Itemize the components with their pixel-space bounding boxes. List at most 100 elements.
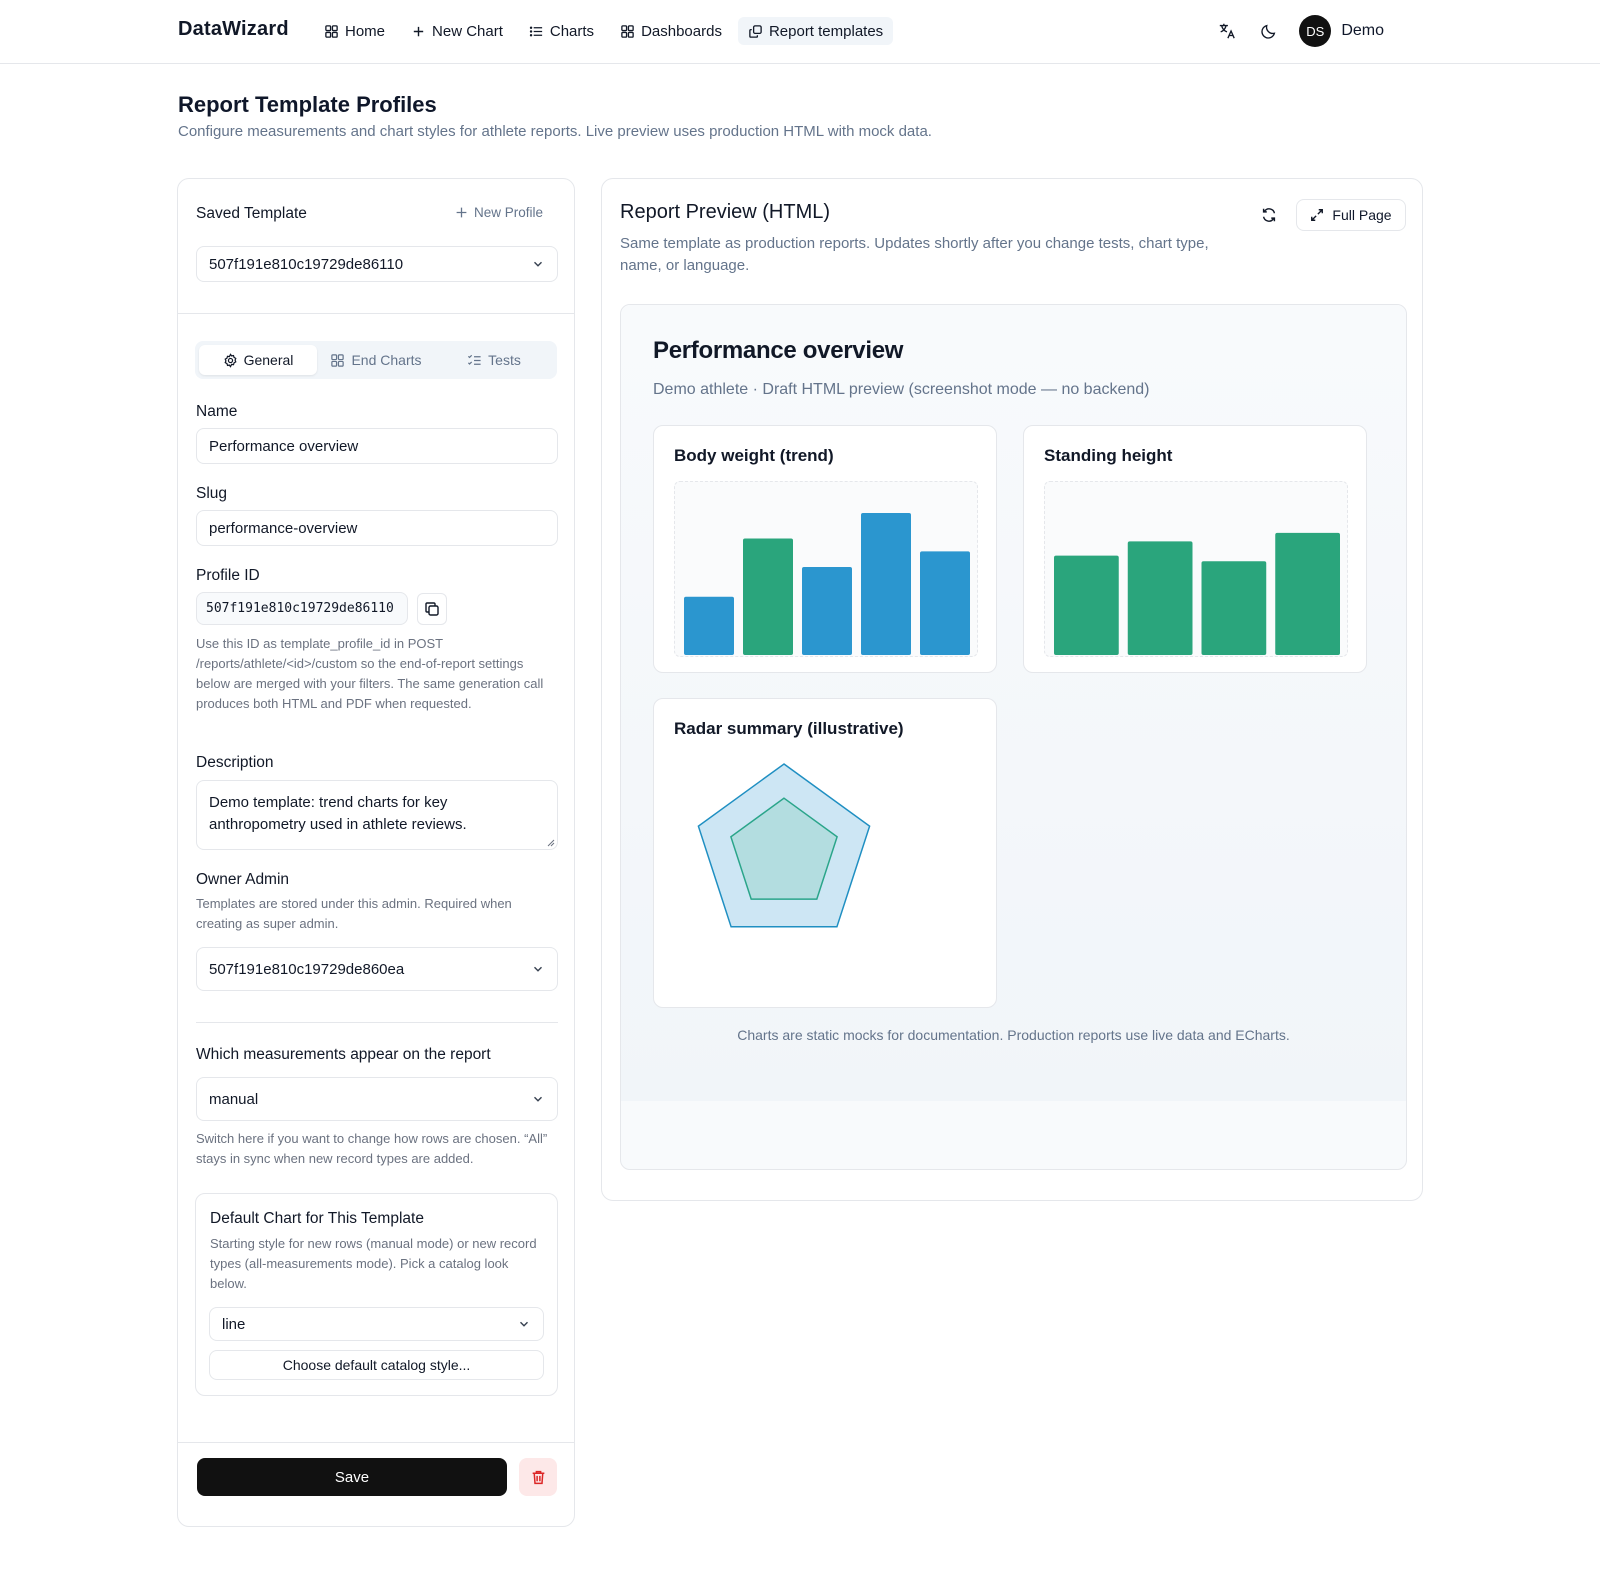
list-icon — [529, 26, 542, 36]
moon-icon — [1261, 24, 1276, 39]
nav-dashboards-label: Dashboards — [641, 22, 722, 40]
user-name: Demo — [1341, 22, 1384, 39]
settings-tabs: General End Charts Tests — [195, 341, 557, 379]
grid-icon — [621, 24, 634, 38]
slug-input[interactable]: performance-overview — [196, 510, 558, 546]
top-right-tools: DS Demo — [1215, 15, 1384, 47]
owner-admin-select[interactable]: 507f191e810c19729de860ea — [196, 947, 558, 991]
template-settings-card: Saved Template New Profile 507f191e810c1… — [177, 178, 575, 1527]
new-profile-button[interactable]: New Profile — [455, 205, 543, 220]
copy-icon — [749, 24, 762, 38]
bar — [861, 513, 911, 655]
report-title: Performance overview — [653, 337, 904, 364]
bar — [1275, 532, 1340, 655]
chevron-down-icon — [534, 1096, 542, 1102]
user-menu[interactable]: DS Demo — [1299, 15, 1384, 47]
language-button[interactable] — [1215, 19, 1239, 43]
new-profile-label: New Profile — [474, 205, 544, 220]
profile-id-hint: Use this ID as template_profile_id in PO… — [196, 636, 544, 711]
trash-icon — [532, 1470, 544, 1484]
name-input[interactable]: Performance overview — [196, 428, 558, 464]
tab-general[interactable]: General — [199, 345, 317, 375]
measurements-label: Which measurements appear on the report — [196, 1046, 491, 1063]
nav-charts-label: Charts — [549, 22, 595, 40]
grid-icon — [331, 353, 345, 367]
refresh-button[interactable] — [1257, 203, 1281, 227]
nav-charts[interactable]: Charts — [519, 17, 604, 45]
default-chart-select[interactable]: line — [209, 1307, 544, 1341]
preview-title: Report Preview (HTML) — [620, 201, 831, 223]
saved-template-value: 507f191e810c19729de86110 — [209, 255, 404, 273]
divider — [178, 313, 574, 314]
save-button[interactable]: Save — [197, 1458, 507, 1496]
report-footer-note: Charts are static mocks for documentatio… — [737, 1027, 1290, 1043]
name-value: Performance overview — [209, 437, 359, 455]
owner-admin-hint: Templates are stored under this admin. R… — [196, 896, 512, 931]
tab-tests-label: Tests — [488, 352, 521, 368]
avatar: DS — [1299, 15, 1332, 47]
copy-id-button[interactable] — [417, 593, 447, 625]
tab-general-label: General — [243, 352, 294, 368]
bar — [684, 596, 734, 655]
translate-icon — [1220, 23, 1236, 39]
report-preview-card: Report Preview (HTML) Same template as p… — [601, 178, 1423, 1201]
delete-button[interactable] — [519, 1458, 557, 1496]
chart-card-standing-height: Standing height — [1023, 425, 1367, 673]
full-page-label: Full Page — [1332, 207, 1392, 223]
theme-toggle[interactable] — [1257, 19, 1281, 43]
preview-frame: Performance overview Demo athlete · Draf… — [620, 304, 1407, 1170]
chart-card-radar: Radar summary (illustrative) — [653, 698, 997, 1008]
nav-new-chart-label: New Chart — [432, 22, 503, 40]
tab-end-charts[interactable]: End Charts — [317, 345, 435, 375]
resize-handle-icon[interactable] — [545, 837, 555, 847]
nav-dashboards[interactable]: Dashboards — [610, 17, 732, 45]
plot-area — [1044, 481, 1348, 657]
plot-area — [674, 481, 978, 657]
chevron-down-icon — [534, 261, 542, 267]
report-document: Performance overview Demo athlete · Draf… — [621, 305, 1406, 1101]
default-chart-title: Default Chart for This Template — [210, 1210, 424, 1227]
gear-icon — [224, 352, 237, 368]
owner-admin-value: 507f191e810c19729de860ea — [209, 960, 405, 978]
default-chart-card: Default Chart for This Template Starting… — [195, 1193, 558, 1396]
tab-tests[interactable]: Tests — [435, 345, 553, 375]
bar — [920, 551, 970, 655]
default-chart-value: line — [222, 1315, 246, 1333]
preview-subtitle: Same template as production reports. Upd… — [620, 235, 1209, 274]
standing-height-bar-chart — [1054, 532, 1340, 655]
name-label: Name — [196, 403, 238, 420]
measurements-hint: Switch here if you want to change how ro… — [196, 1131, 548, 1166]
measurements-select[interactable]: manual — [196, 1077, 558, 1121]
page-subtitle: Configure measurements and chart styles … — [178, 123, 932, 140]
plus-icon — [413, 26, 424, 36]
nav-home[interactable]: Home — [314, 17, 395, 45]
copy-icon — [425, 602, 439, 616]
choose-catalog-style-button[interactable]: Choose default catalog style... — [209, 1350, 544, 1380]
saved-template-label: Saved Template — [196, 205, 307, 222]
grid-icon — [325, 24, 338, 38]
plus-icon — [456, 207, 467, 218]
chart-title: Radar summary (illustrative) — [674, 719, 904, 738]
radar-chart — [697, 763, 871, 928]
nav-new-chart[interactable]: New Chart — [401, 17, 513, 45]
main-nav: Home New Chart Charts Dashboards Report … — [314, 17, 894, 45]
slug-value: performance-overview — [209, 519, 358, 537]
bar — [743, 538, 793, 655]
report-subtitle: Demo athlete · Draft HTML preview (scree… — [653, 381, 1150, 398]
bar — [802, 566, 852, 655]
saved-template-select[interactable]: 507f191e810c19729de86110 — [196, 246, 558, 282]
chart-title: Body weight (trend) — [674, 446, 834, 465]
checklist-icon — [468, 354, 481, 365]
nav-home-label: Home — [345, 22, 386, 40]
chevron-down-icon — [534, 966, 542, 972]
page-title: Report Template Profiles — [178, 92, 437, 117]
full-page-button[interactable]: Full Page — [1296, 199, 1406, 231]
profile-id-label: Profile ID — [196, 567, 260, 584]
nav-report-templates[interactable]: Report templates — [737, 17, 894, 45]
tab-end-charts-label: End Charts — [351, 352, 422, 368]
expand-icon — [1311, 209, 1324, 221]
top-nav: DataWizard Home New Chart Charts Dashboa… — [0, 0, 1600, 64]
brand-logo[interactable]: DataWizard — [178, 18, 289, 41]
description-textarea[interactable]: Demo template: trend charts for key anth… — [196, 780, 558, 850]
profile-id-field[interactable]: 507f191e810c19729de86110 — [196, 592, 408, 625]
